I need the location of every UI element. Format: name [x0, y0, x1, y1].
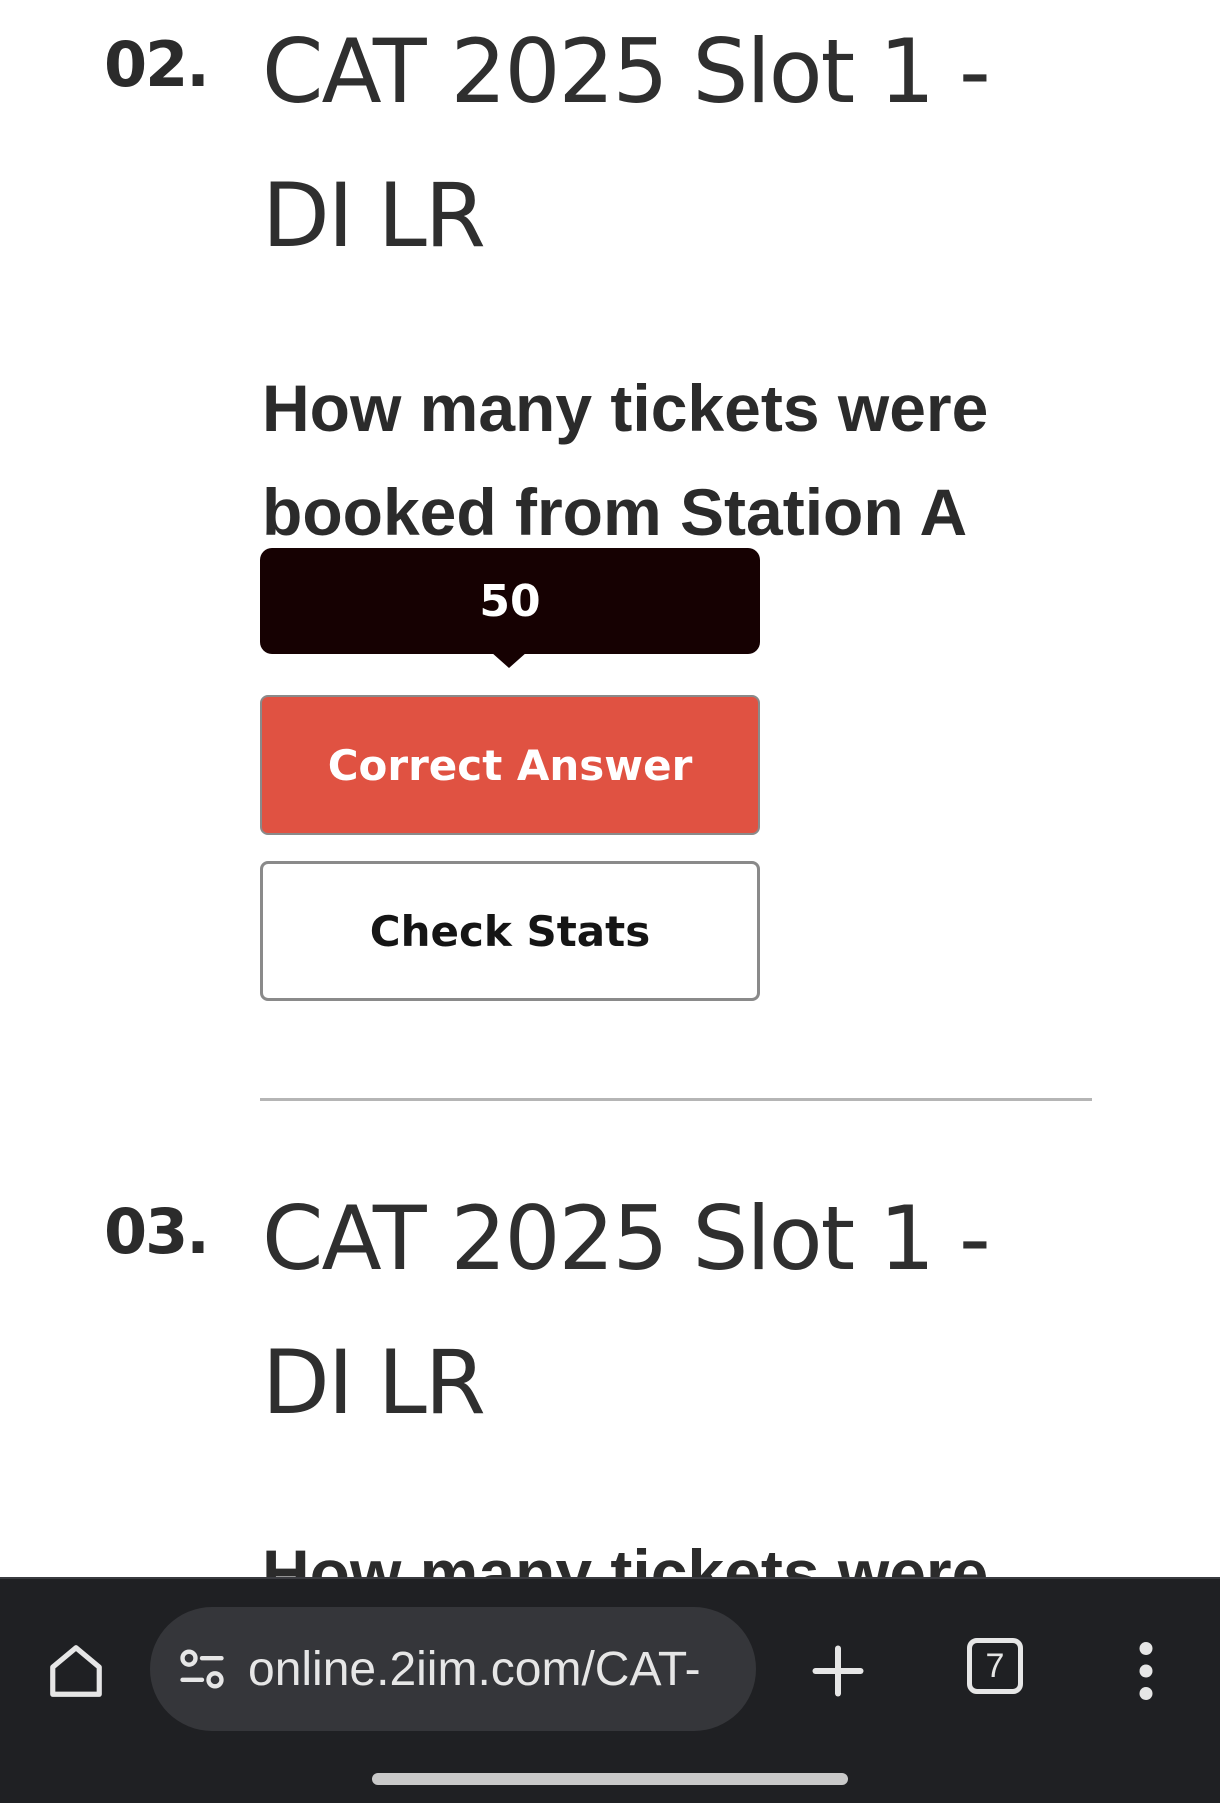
question-number: 02.: [104, 28, 210, 101]
tab-switcher-icon[interactable]: 7: [962, 1633, 1028, 1699]
tooltip-arrow: [491, 652, 527, 668]
gesture-navigation-handle[interactable]: [372, 1773, 848, 1785]
divider: [260, 1098, 1092, 1101]
browser-toolbar: online.2iim.com/CAT- 7: [0, 1577, 1220, 1803]
question-number: 03.: [104, 1195, 210, 1268]
question-text-line: How many tickets were: [262, 371, 989, 445]
question-title: CAT 2025 Slot 1 - DI LR: [262, 1167, 1122, 1455]
site-settings-icon[interactable]: [176, 1643, 228, 1695]
page: 02. CAT 2025 Slot 1 - DI LR How many tic…: [0, 0, 1220, 1803]
tab-count: 7: [967, 1638, 1023, 1694]
url-text: online.2iim.com/CAT-: [248, 1642, 701, 1696]
more-vert-icon[interactable]: [1126, 1635, 1166, 1707]
question-title-line: DI LR: [262, 1331, 486, 1434]
correct-answer-button[interactable]: Correct Answer: [260, 695, 760, 835]
question-title-line: CAT 2025 Slot 1 -: [262, 20, 991, 123]
question-title-line: DI LR: [262, 164, 486, 267]
question-title: CAT 2025 Slot 1 - DI LR: [262, 0, 1122, 288]
answer-tooltip: 50: [260, 548, 760, 654]
home-icon[interactable]: [40, 1635, 112, 1707]
question-title-line: CAT 2025 Slot 1 -: [262, 1187, 991, 1290]
plus-icon[interactable]: [800, 1633, 876, 1709]
question-text: How many tickets were booked from Statio…: [262, 356, 1122, 564]
address-bar[interactable]: online.2iim.com/CAT-: [150, 1607, 756, 1731]
check-stats-button[interactable]: Check Stats: [260, 861, 760, 1001]
